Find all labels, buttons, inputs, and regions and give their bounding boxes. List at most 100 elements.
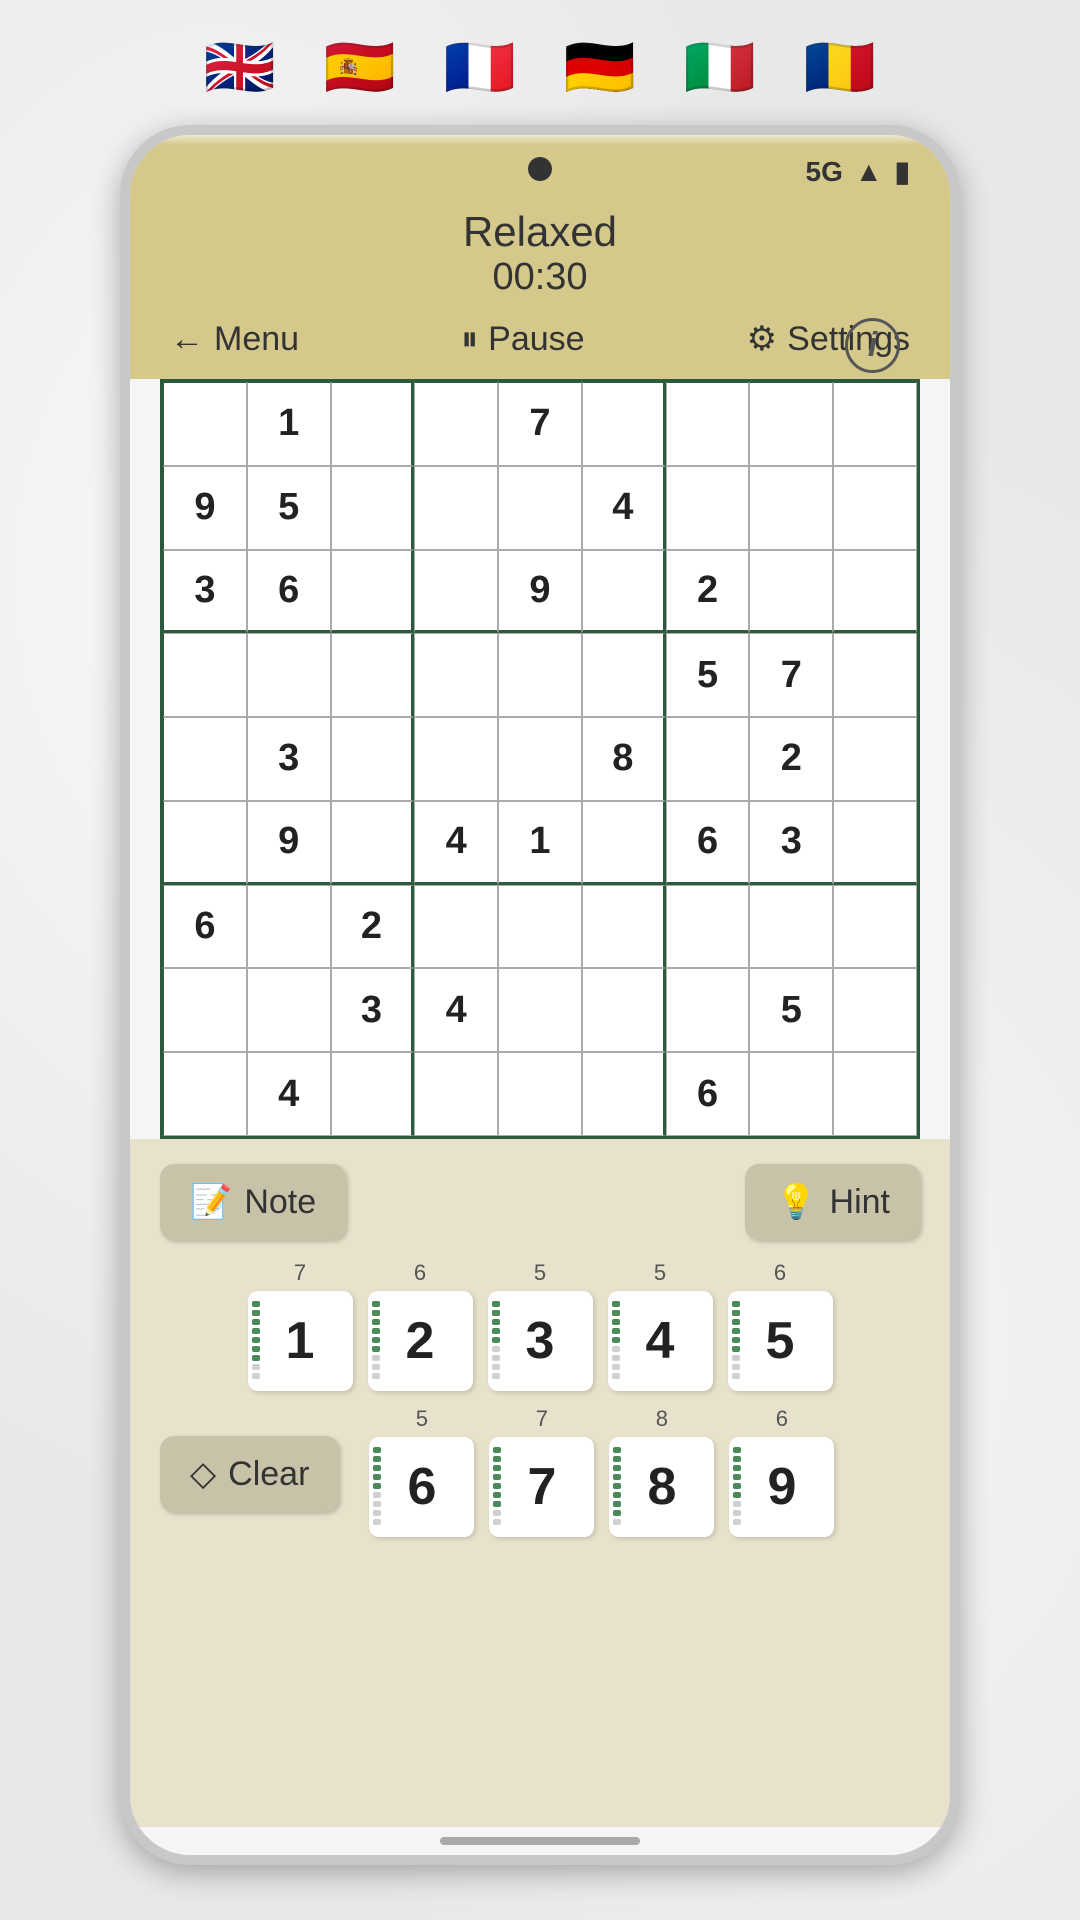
cell[interactable] [414, 466, 498, 550]
cell[interactable]: 6 [247, 550, 331, 634]
uk-flag[interactable]: 🇬🇧 [185, 30, 295, 105]
cell[interactable] [749, 466, 833, 550]
cell[interactable]: 2 [749, 717, 833, 801]
cell[interactable] [498, 717, 582, 801]
cell[interactable]: 3 [247, 717, 331, 801]
num-btn-3[interactable]: 3 [488, 1291, 593, 1391]
cell[interactable] [582, 382, 666, 466]
cell[interactable]: 6 [666, 1052, 750, 1136]
cell[interactable] [498, 466, 582, 550]
num-btn-1[interactable]: 1 [248, 1291, 353, 1391]
cell[interactable] [833, 885, 917, 969]
spain-flag[interactable]: 🇪🇸 [305, 30, 415, 105]
cell[interactable]: 7 [498, 382, 582, 466]
italy-flag[interactable]: 🇮🇹 [665, 30, 775, 105]
num-btn-8[interactable]: 8 [609, 1437, 714, 1537]
cell[interactable]: 9 [498, 550, 582, 634]
cell[interactable] [833, 801, 917, 885]
cell[interactable] [331, 466, 415, 550]
cell[interactable] [582, 885, 666, 969]
cell[interactable] [666, 717, 750, 801]
num-btn-5[interactable]: 5 [728, 1291, 833, 1391]
cell[interactable] [414, 633, 498, 717]
cell[interactable]: 4 [582, 466, 666, 550]
cell[interactable] [833, 968, 917, 1052]
cell[interactable]: 9 [163, 466, 247, 550]
cell[interactable] [163, 382, 247, 466]
cell[interactable] [833, 1052, 917, 1136]
num-btn-9[interactable]: 9 [729, 1437, 834, 1537]
cell[interactable] [331, 633, 415, 717]
cell[interactable]: 6 [666, 801, 750, 885]
france-flag[interactable]: 🇫🇷 [425, 30, 535, 105]
cell[interactable] [582, 1052, 666, 1136]
menu-button[interactable]: ← Menu [170, 320, 299, 359]
cell[interactable] [163, 1052, 247, 1136]
cell[interactable] [163, 801, 247, 885]
cell[interactable] [833, 466, 917, 550]
cell[interactable] [163, 717, 247, 801]
cell[interactable] [331, 717, 415, 801]
cell[interactable]: 3 [749, 801, 833, 885]
cell[interactable] [498, 633, 582, 717]
cell[interactable] [582, 801, 666, 885]
pause-button[interactable]: ⏸ Pause [461, 320, 584, 359]
num-btn-4[interactable]: 4 [608, 1291, 713, 1391]
cell[interactable] [833, 717, 917, 801]
cell[interactable] [414, 885, 498, 969]
cell[interactable] [163, 633, 247, 717]
cell[interactable] [749, 885, 833, 969]
cell[interactable]: 5 [749, 968, 833, 1052]
num-btn-2[interactable]: 2 [368, 1291, 473, 1391]
cell[interactable]: 9 [247, 801, 331, 885]
cell[interactable] [749, 550, 833, 634]
cell[interactable] [247, 633, 331, 717]
cell[interactable] [247, 885, 331, 969]
cell[interactable]: 7 [749, 633, 833, 717]
cell[interactable] [163, 968, 247, 1052]
cell[interactable]: 5 [247, 466, 331, 550]
note-button[interactable]: 📝 Note [160, 1164, 346, 1240]
cell[interactable]: 8 [582, 717, 666, 801]
cell[interactable] [749, 1052, 833, 1136]
germany-flag[interactable]: 🇩🇪 [545, 30, 655, 105]
cell[interactable] [414, 382, 498, 466]
cell[interactable]: 2 [331, 885, 415, 969]
cell[interactable] [331, 382, 415, 466]
cell[interactable] [331, 801, 415, 885]
cell[interactable] [833, 382, 917, 466]
cell[interactable] [666, 885, 750, 969]
cell[interactable] [414, 717, 498, 801]
cell[interactable]: 1 [247, 382, 331, 466]
cell[interactable] [666, 466, 750, 550]
cell[interactable] [833, 550, 917, 634]
cell[interactable] [833, 633, 917, 717]
num-btn-7[interactable]: 7 [489, 1437, 594, 1537]
cell[interactable]: 4 [247, 1052, 331, 1136]
romania-flag[interactable]: 🇷🇴 [785, 30, 895, 105]
cell[interactable]: 4 [414, 968, 498, 1052]
cell[interactable] [582, 633, 666, 717]
cell[interactable] [414, 550, 498, 634]
cell[interactable] [666, 968, 750, 1052]
cell[interactable] [247, 968, 331, 1052]
cell[interactable] [666, 382, 750, 466]
cell[interactable]: 2 [666, 550, 750, 634]
cell[interactable] [498, 968, 582, 1052]
cell[interactable] [498, 1052, 582, 1136]
cell[interactable] [331, 1052, 415, 1136]
cell[interactable] [414, 1052, 498, 1136]
cell[interactable]: 4 [414, 801, 498, 885]
cell[interactable] [749, 382, 833, 466]
cell[interactable] [331, 550, 415, 634]
cell[interactable] [498, 885, 582, 969]
clear-button[interactable]: ◇ Clear [160, 1436, 339, 1512]
num-btn-6[interactable]: 6 [369, 1437, 474, 1537]
cell[interactable]: 6 [163, 885, 247, 969]
cell[interactable]: 1 [498, 801, 582, 885]
hint-button[interactable]: 💡 Hint [745, 1164, 920, 1240]
cell[interactable] [582, 968, 666, 1052]
cell[interactable]: 5 [666, 633, 750, 717]
info-button[interactable]: i [845, 318, 900, 373]
cell[interactable]: 3 [331, 968, 415, 1052]
